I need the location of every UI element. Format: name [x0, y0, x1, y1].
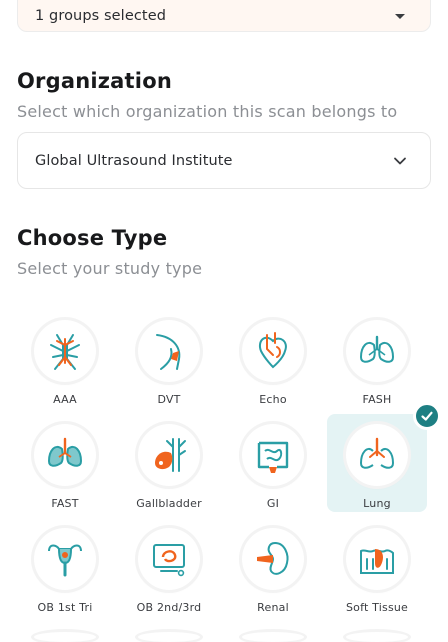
- study-type-fash[interactable]: FASH: [327, 310, 427, 408]
- study-type-fast[interactable]: FAST: [15, 414, 115, 512]
- study-type-soft-tissue[interactable]: Soft Tissue: [327, 518, 427, 616]
- chevron-down-icon: [394, 157, 406, 164]
- organization-title: Organization: [17, 69, 172, 93]
- study-type-label: FAST: [51, 497, 79, 510]
- choose-type-subtitle: Select your study type: [17, 259, 203, 278]
- study-type-gi[interactable]: GI: [223, 414, 323, 512]
- organization-select-value: Global Ultrasound Institute: [35, 152, 233, 169]
- study-type-label: AAA: [53, 393, 77, 406]
- study-type-label: Soft Tissue: [345, 601, 409, 614]
- gi-icon: [257, 441, 289, 473]
- renal-icon: [257, 541, 289, 575]
- study-type-partial[interactable]: [15, 622, 115, 642]
- lung-icon: [359, 437, 395, 469]
- study-type-label: Lung: [363, 497, 391, 510]
- study-type-renal[interactable]: Renal: [223, 518, 323, 616]
- study-type-partial[interactable]: [327, 622, 427, 642]
- study-type-label: GI: [266, 497, 280, 510]
- gallbladder-icon: [155, 438, 186, 472]
- study-type-label: Echo: [259, 393, 287, 406]
- study-type-label: FASH: [362, 393, 392, 406]
- study-type-label: Renal: [257, 601, 289, 614]
- choose-type-title: Choose Type: [17, 226, 168, 250]
- study-type-label: Gallbladder: [136, 497, 202, 510]
- echo-icon: [259, 332, 287, 369]
- study-type-aaa[interactable]: AAA: [15, 310, 115, 408]
- ob-1st-tri-icon: [48, 544, 82, 577]
- study-type-gallbladder[interactable]: Gallbladder: [119, 414, 219, 512]
- study-type-echo[interactable]: Echo: [223, 310, 323, 408]
- organization-subtitle: Select which organization this scan belo…: [17, 102, 398, 121]
- study-type-label: OB 1st Tri: [37, 601, 93, 614]
- study-type-lung[interactable]: Lung: [327, 402, 441, 512]
- soft-tissue-icon: [360, 549, 394, 574]
- study-type-ob-1st-tri[interactable]: OB 1st Tri: [15, 518, 115, 616]
- study-type-ob-2nd-3rd[interactable]: OB 2nd/3rd: [119, 518, 219, 616]
- fast-icon: [47, 437, 83, 467]
- study-type-partial[interactable]: [119, 622, 219, 642]
- study-type-label: DVT: [157, 393, 181, 406]
- groups-select-value: 1 groups selected: [35, 8, 167, 24]
- caret-down-icon: [395, 14, 405, 19]
- organization-select[interactable]: Global Ultrasound Institute: [17, 132, 431, 189]
- aaa-icon: [50, 334, 80, 370]
- study-type-dvt[interactable]: DVT: [119, 310, 219, 408]
- study-type-partial[interactable]: [223, 622, 323, 642]
- dvt-icon: [156, 334, 181, 370]
- study-type-label: OB 2nd/3rd: [136, 601, 202, 614]
- ob-2nd-3rd-icon: [153, 544, 185, 577]
- groups-select[interactable]: 1 groups selected: [17, 0, 431, 32]
- fash-icon: [359, 335, 395, 363]
- selected-check-icon: [413, 402, 441, 430]
